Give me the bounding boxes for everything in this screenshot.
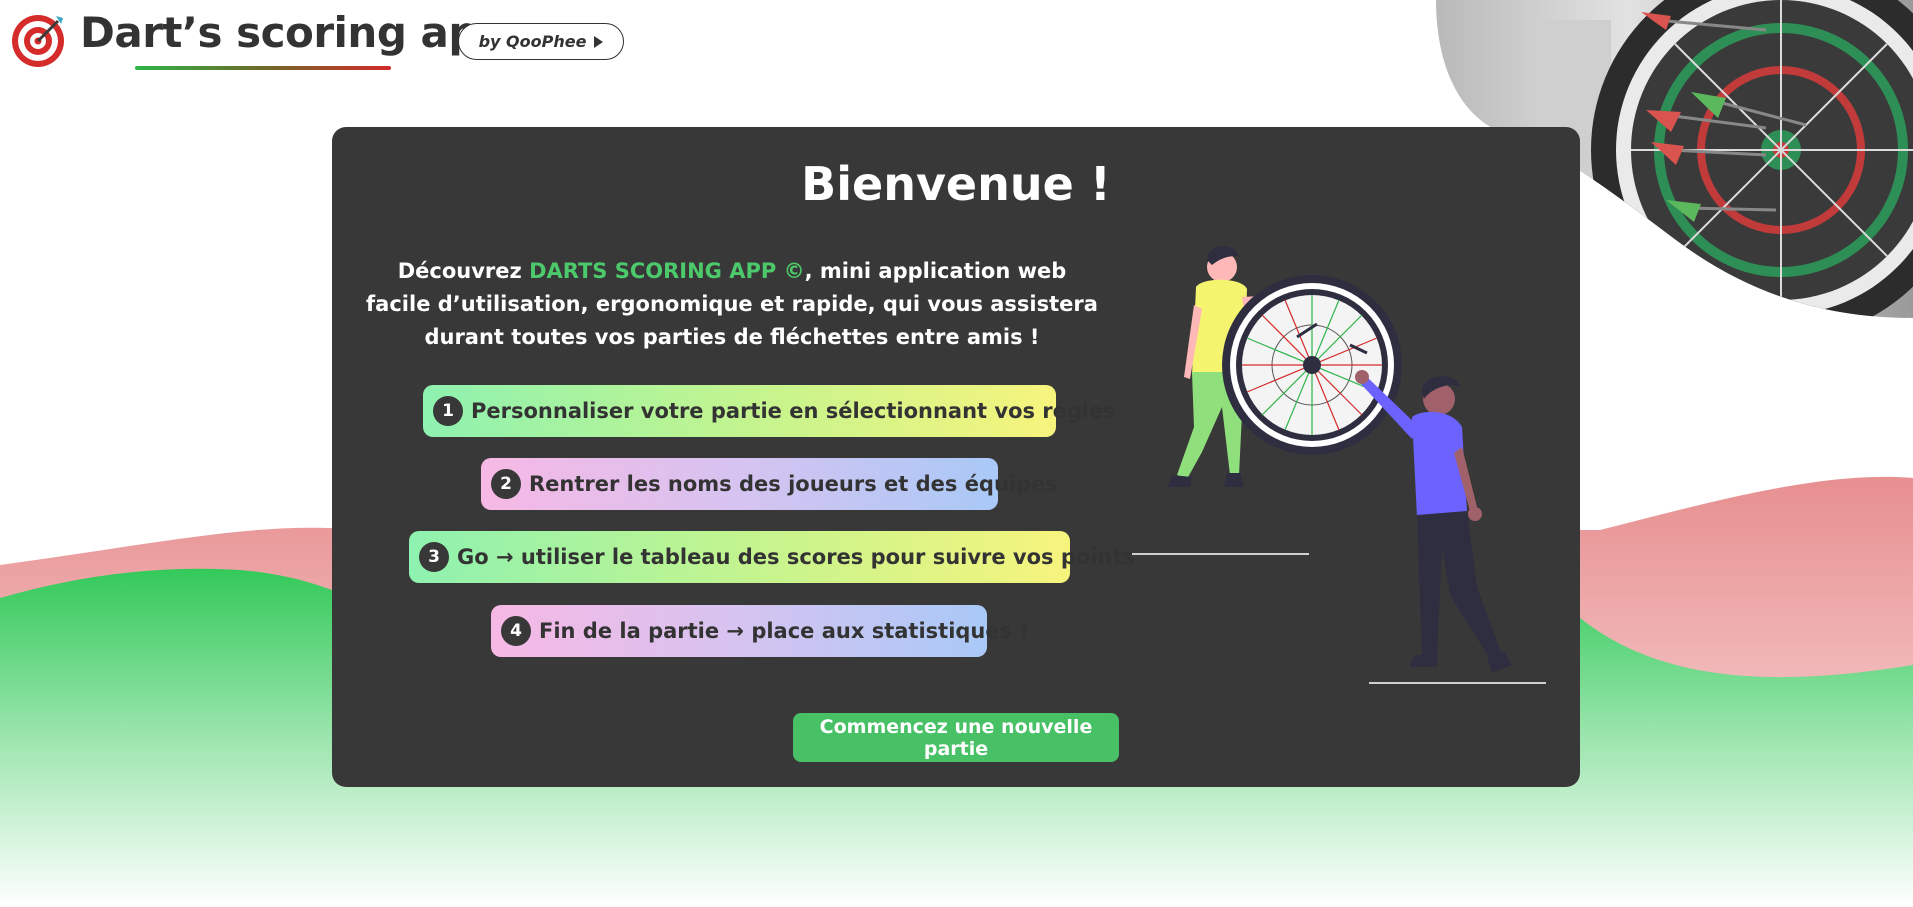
intro-text: Découvrez DARTS SCORING APP ©, mini appl… <box>362 255 1102 354</box>
step-2: 2 Rentrer les noms des joueurs et des éq… <box>481 458 1058 510</box>
by-qoophee-label: by QooPhee <box>478 32 587 51</box>
step-2-text: Rentrer les noms des joueurs et des équi… <box>529 472 1058 496</box>
step-1-number: 1 <box>433 396 463 426</box>
title-underline <box>135 66 391 70</box>
step-4-text: Fin de la partie → place aux statistique… <box>539 619 1030 643</box>
by-qoophee-button[interactable]: by QooPhee <box>458 23 624 60</box>
step-4: 4 Fin de la partie → place aux statistiq… <box>491 605 1029 657</box>
welcome-title: Bienvenue ! <box>801 157 1111 211</box>
step-3-number: 3 <box>419 542 449 572</box>
step-2-number: 2 <box>491 469 521 499</box>
app-title: Dart’s scoring app <box>80 8 508 57</box>
step-1-text: Personnaliser votre partie en sélectionn… <box>471 399 1116 423</box>
step-3-text: Go → utiliser le tableau des scores pour… <box>457 545 1136 569</box>
step-3: 3 Go → utiliser le tableau des scores po… <box>409 531 1135 583</box>
players-dartboard-illustration <box>1132 246 1546 684</box>
new-game-button[interactable]: Commencez une nouvelle partie <box>793 713 1119 762</box>
brand-name: DARTS SCORING APP © <box>529 259 805 283</box>
step-1: 1 Personnaliser votre partie en sélectio… <box>423 385 1116 437</box>
play-icon <box>594 35 604 48</box>
welcome-card: Bienvenue ! Découvrez DARTS SCORING APP … <box>332 127 1580 787</box>
step-4-number: 4 <box>501 616 531 646</box>
dartboard-target-icon <box>12 15 64 67</box>
intro-text-before: Découvrez <box>397 259 530 283</box>
